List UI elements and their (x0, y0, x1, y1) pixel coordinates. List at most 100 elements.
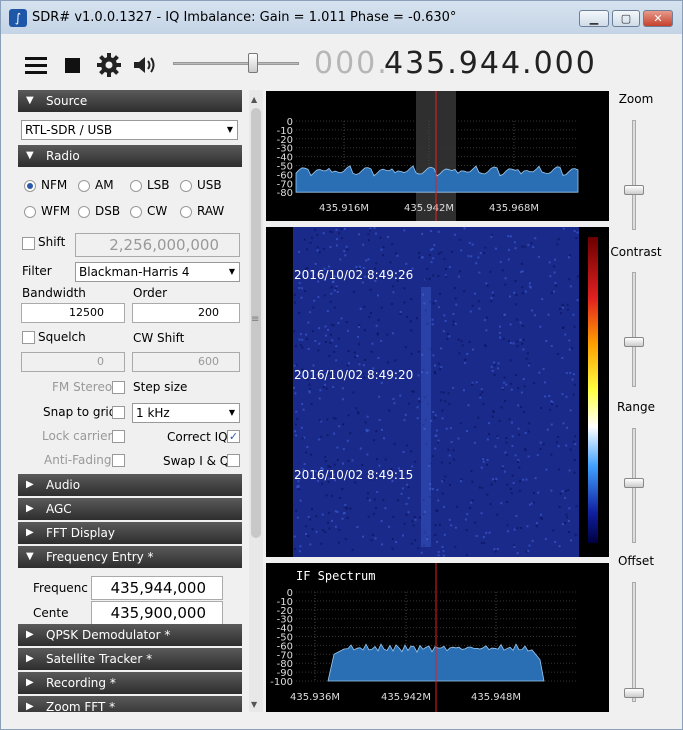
waterfall-noise (511, 474, 514, 477)
waterfall-noise (490, 365, 493, 368)
waterfall-noise (508, 295, 511, 298)
volume-track[interactable] (173, 62, 299, 65)
waterfall-noise (317, 296, 320, 299)
stop-icon[interactable] (62, 52, 88, 78)
mode-radio-am[interactable] (78, 180, 90, 192)
waterfall-noise (504, 283, 507, 286)
mode-radio-nfm[interactable] (24, 180, 36, 192)
maximize-button[interactable]: ▢ (612, 10, 640, 27)
satellite-tracker-header[interactable]: ▶ Satellite Tracker * (18, 648, 242, 670)
speaker-icon[interactable] (132, 52, 158, 78)
waterfall-noise (319, 389, 322, 392)
squelch-input[interactable]: 0 (21, 352, 125, 372)
source-header[interactable]: ▼ Source (18, 90, 242, 112)
waterfall-noise (342, 423, 345, 426)
mode-radio-cw[interactable] (130, 206, 142, 218)
mode-radio-wfm[interactable] (24, 206, 36, 218)
expanded-icon: ▼ (26, 150, 34, 161)
waterfall-noise (490, 296, 493, 299)
frequency-prefix[interactable]: 000. (314, 46, 389, 81)
range-slider-thumb[interactable] (624, 478, 644, 488)
frequency-input[interactable]: 435,944,000 (91, 576, 223, 600)
waterfall-noise (516, 345, 519, 348)
waterfall-noise (486, 284, 489, 287)
radio-header[interactable]: ▼ Radio (18, 145, 242, 167)
waterfall-noise (507, 235, 510, 238)
frequency-entry-header[interactable]: ▼ Frequency Entry * (18, 546, 242, 568)
audio-header[interactable]: ▶ Audio (18, 474, 242, 496)
frequency-display[interactable]: 435.944.000 (384, 46, 597, 81)
waterfall-noise (520, 391, 523, 394)
mode-radio-raw[interactable] (180, 206, 192, 218)
stepsize-select[interactable]: 1 kHz (132, 403, 240, 423)
spectrum-display[interactable]: 0 -10 -20 -30 -40 -50 -60 -70 -80 435.916M 435.942… (266, 91, 609, 221)
waterfall-noise (313, 299, 316, 302)
shift-input[interactable]: 2,256,000,000 (75, 233, 240, 257)
close-button[interactable]: ✕ (643, 10, 673, 27)
minimize-button[interactable]: ▁ (579, 10, 609, 27)
if-x-tick: 435.942M (381, 692, 431, 703)
scroll-down-icon[interactable]: ▼ (251, 700, 257, 709)
center-input[interactable]: 435,900,000 (91, 601, 223, 625)
swapiq-checkbox[interactable] (227, 454, 240, 467)
agc-header[interactable]: ▶ AGC (18, 498, 242, 520)
waterfall-noise (445, 275, 448, 278)
scroll-up-icon[interactable]: ▲ (251, 95, 257, 104)
bandwidth-input[interactable]: 12500 (21, 303, 125, 323)
waterfall-noise (470, 255, 473, 258)
waterfall-noise (437, 306, 440, 309)
waterfall-noise (322, 385, 325, 388)
contrast-slider-thumb[interactable] (624, 337, 644, 347)
waterfall-noise (405, 513, 408, 516)
gear-icon[interactable] (96, 52, 122, 78)
waterfall-noise (550, 453, 553, 456)
waterfall-noise (507, 340, 510, 343)
volume-slider-thumb[interactable] (248, 53, 259, 73)
offset-slider-track[interactable] (632, 582, 636, 702)
mode-label-cw: CW (147, 204, 168, 218)
waterfall-noise (499, 260, 502, 263)
lockcarrier-checkbox[interactable] (112, 430, 125, 443)
offset-slider-thumb[interactable] (624, 688, 644, 698)
menu-icon[interactable] (24, 52, 50, 78)
waterfall-noise (566, 308, 569, 311)
waterfall-noise (315, 515, 318, 518)
mode-label-dsb: DSB (95, 204, 121, 218)
waterfall-noise (471, 304, 474, 307)
waterfall-noise (548, 395, 551, 398)
zoom-slider-track[interactable] (632, 120, 636, 230)
fmstereo-checkbox[interactable] (112, 381, 125, 394)
waterfall-noise (410, 542, 413, 545)
waterfall-noise (300, 426, 303, 429)
waterfall-noise (491, 370, 494, 373)
contrast-slider-track[interactable] (632, 272, 636, 387)
if-spectrum-display[interactable]: 0 -10 -20 -30 -40 -50 -60 -70 -80 -90 -100 435.936M… (266, 563, 609, 712)
waterfall-noise (528, 364, 531, 367)
order-input[interactable]: 200 (132, 303, 240, 323)
filter-select[interactable]: Blackman-Harris 4 (75, 262, 240, 282)
recording-header[interactable]: ▶ Recording * (18, 672, 242, 694)
waterfall-noise (354, 356, 357, 359)
waterfall-noise (294, 430, 297, 433)
squelch-checkbox[interactable] (22, 331, 35, 344)
waterfall-noise (455, 303, 458, 306)
splitter-grip-icon[interactable]: ≡ (251, 314, 259, 325)
waterfall-noise (500, 406, 503, 409)
fft-display-header[interactable]: ▶ FFT Display (18, 522, 242, 544)
waterfall-display[interactable]: 2016/10/02 8:49:26 2016/10/02 8:49:20 2016… (266, 227, 609, 557)
waterfall-noise (441, 492, 444, 495)
zoom-slider-thumb[interactable] (624, 185, 644, 195)
correctiq-checkbox[interactable]: ✓ (227, 430, 240, 443)
mode-radio-usb[interactable] (180, 180, 192, 192)
snap-checkbox[interactable] (112, 406, 125, 419)
waterfall-noise (293, 301, 296, 304)
waterfall-noise (321, 482, 324, 485)
qpsk-header[interactable]: ▶ QPSK Demodulator * (18, 624, 242, 646)
cwshift-input[interactable]: 600 (132, 352, 240, 372)
mode-radio-lsb[interactable] (130, 180, 142, 192)
mode-radio-dsb[interactable] (78, 206, 90, 218)
antifading-checkbox[interactable] (112, 454, 125, 467)
zoom-fft-header[interactable]: ▶ Zoom FFT * (18, 696, 242, 712)
shift-checkbox[interactable] (22, 237, 35, 250)
source-device-select[interactable]: RTL-SDR / USB (21, 120, 238, 140)
